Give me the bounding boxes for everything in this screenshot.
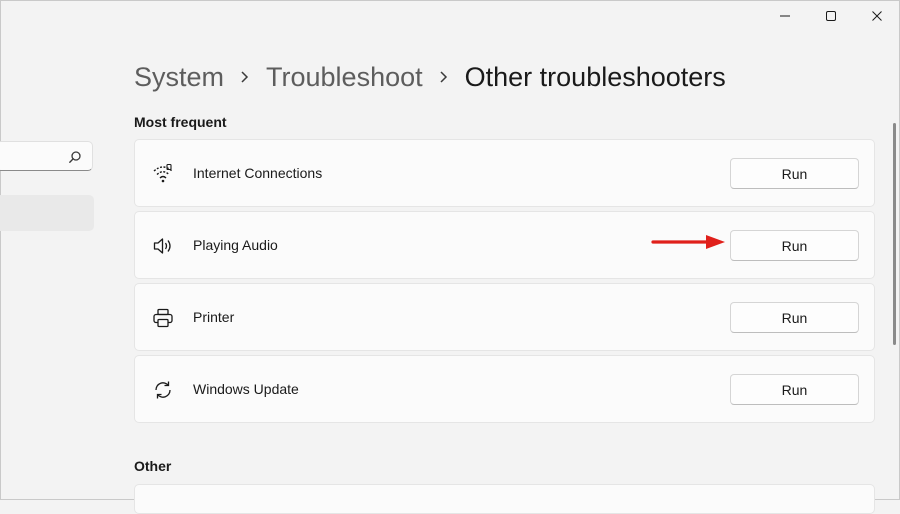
maximize-icon [826,11,836,21]
speaker-icon [151,234,175,258]
troubleshooter-label: Internet Connections [193,165,323,181]
troubleshooter-card-windows-update: Windows Update Run [134,355,875,423]
troubleshooter-card-printer: Printer Run [134,283,875,351]
search-icon [69,151,81,163]
minimize-icon [780,15,790,17]
troubleshooter-label: Printer [193,309,235,325]
breadcrumb: System Troubleshoot Other troubleshooter… [134,57,726,97]
scrollbar-thumb[interactable] [893,123,896,345]
chevron-right-icon [439,70,449,84]
printer-icon [151,306,175,330]
page-title: Other troubleshooters [464,61,726,92]
section-title-most-frequent: Most frequent [134,114,227,130]
run-internet-connections-button[interactable]: Run [730,158,859,189]
run-printer-button[interactable]: Run [730,302,859,333]
search-input[interactable] [0,141,93,171]
run-playing-audio-button[interactable]: Run [730,230,859,261]
troubleshooter-card-other [134,484,875,514]
chevron-right-icon [240,70,250,84]
troubleshooter-card-playing-audio: Playing Audio Run [134,211,875,279]
wifi-icon [151,162,175,186]
troubleshooter-label: Playing Audio [193,237,278,253]
breadcrumb-system[interactable]: System [134,62,224,93]
maximize-button[interactable] [808,0,854,32]
sidebar-selected-item[interactable] [0,195,94,231]
run-windows-update-button[interactable]: Run [730,374,859,405]
annotation-arrow [651,235,725,249]
close-button[interactable] [854,0,900,32]
breadcrumb-troubleshoot[interactable]: Troubleshoot [266,62,423,93]
section-title-other: Other [134,458,172,474]
troubleshooter-card-internet-connections: Internet Connections Run [134,139,875,207]
close-icon [872,11,882,21]
sync-icon [151,378,175,402]
troubleshooter-label: Windows Update [193,381,299,397]
minimize-button[interactable] [762,0,808,32]
